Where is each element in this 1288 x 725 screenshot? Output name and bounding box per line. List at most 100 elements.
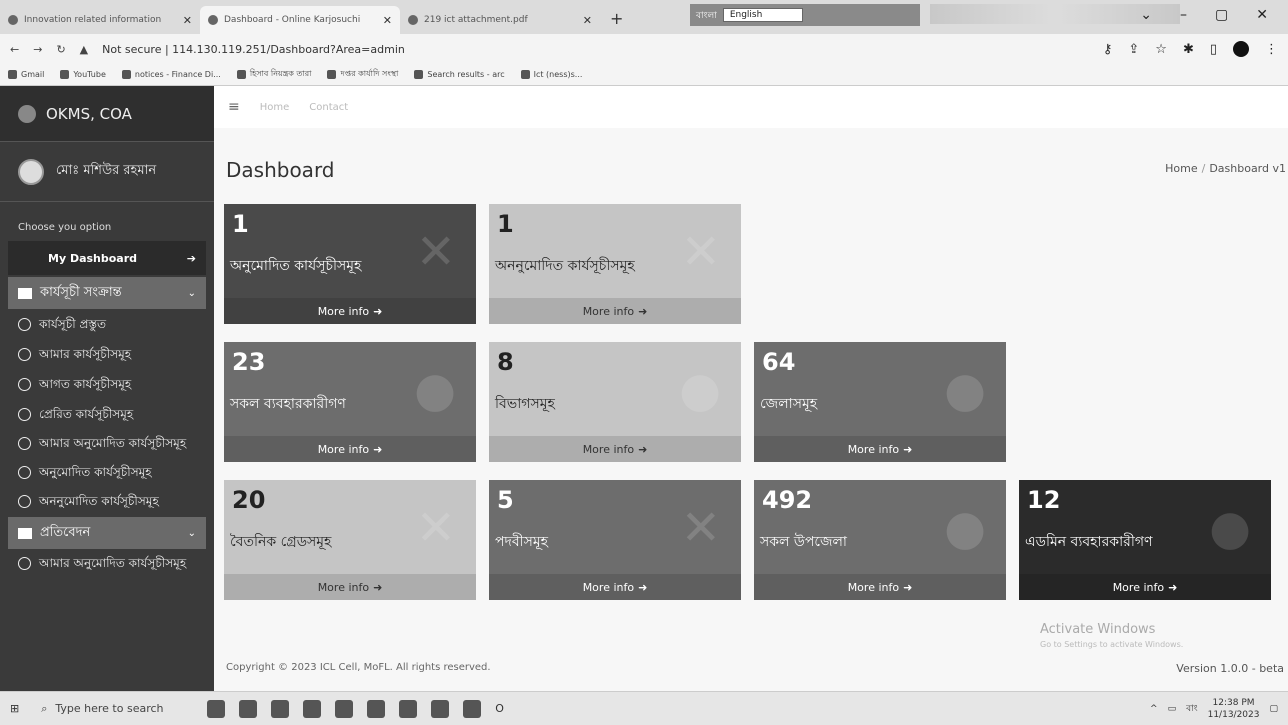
url-field[interactable]: Not secure | 114.130.119.251/Dashboard?A… — [102, 43, 405, 56]
my-dashboard-button[interactable]: My Dashboard ➔ — [8, 241, 206, 275]
circle-icon — [18, 318, 31, 331]
close-icon[interactable]: ✕ — [583, 14, 592, 27]
minimize-icon[interactable]: – — [1180, 7, 1187, 23]
star-icon[interactable]: ☆ — [1155, 42, 1167, 57]
bookmark-notices[interactable]: notices - Finance Di... — [121, 70, 221, 79]
card-value: 5 — [497, 486, 514, 514]
sidebar-item-my-approved[interactable]: আমার অনুমোদিত কার্যসূচীসমূহ — [0, 429, 214, 457]
sidebar-item-unapproved[interactable]: অননুমোদিত কার্যসূচীসমূহ — [0, 487, 214, 515]
bookmark-youtube[interactable]: YouTube — [60, 70, 106, 79]
back-icon[interactable]: ← — [10, 43, 19, 56]
tab-dashboard[interactable]: Dashboard - Online Karjosuchi ✕ — [200, 6, 400, 34]
input-language[interactable]: বাং — [1186, 701, 1198, 716]
language-select[interactable]: English — [722, 8, 803, 22]
card-admins: ● 12 এডমিন ব্যবহারকারীগণ More info ➜ — [1019, 480, 1271, 600]
main-content: ≡ Home Contact Dashboard Home / Dashboard … — [214, 86, 1288, 691]
gmail-icon — [8, 70, 17, 79]
share-icon[interactable]: ⇪ — [1128, 42, 1139, 57]
folder-icon[interactable] — [367, 699, 386, 718]
extensions-icon[interactable]: ✱ — [1183, 42, 1194, 57]
circle-icon — [18, 495, 31, 508]
sidebar-item-approved[interactable]: অনুমোদিত কার্যসূচীসমূহ — [0, 457, 214, 487]
maximize-icon[interactable]: ▢ — [1215, 7, 1228, 23]
top-navbar: ≡ Home Contact — [214, 86, 1288, 128]
taskbar-search[interactable]: ⌕ Type here to search — [33, 696, 193, 722]
more-info-link[interactable]: More info ➜ — [224, 436, 476, 462]
bookmark-doptor[interactable]: দপ্তর কার্যাদি সংস্থা — [327, 68, 398, 81]
chrome-icon[interactable] — [463, 699, 482, 718]
bookmark-ict[interactable]: Ict (ness)s... — [520, 70, 582, 79]
more-info-link[interactable]: More info ➜ — [489, 574, 741, 600]
close-icon[interactable]: ✕ — [183, 14, 192, 27]
sidebar-item-sent[interactable]: প্রেরিত কার্যসূচীসমূহ — [0, 399, 214, 429]
arrow-circle-right-icon: ➜ — [373, 580, 383, 594]
sidebar-item-report-my-approved[interactable]: আমার অনুমোদিত কার্যসূচীসমূহ — [0, 549, 214, 577]
card-divisions: ● 8 বিভাগসমূহ More info ➜ — [489, 342, 741, 462]
circle-icon — [18, 378, 31, 391]
word-icon[interactable] — [431, 699, 450, 718]
edge-icon[interactable] — [303, 699, 322, 718]
tab-pdf[interactable]: 219 ict attachment.pdf ✕ — [400, 6, 600, 34]
more-info-link[interactable]: More info ➜ — [224, 574, 476, 600]
sidebar-item-incoming[interactable]: আগত কার্যসূচীসমূহ — [0, 369, 214, 399]
sidebar-item-my[interactable]: আমার কার্যসূচীসমূহ — [0, 339, 214, 369]
weather-icon[interactable] — [207, 699, 226, 718]
files-icon[interactable] — [335, 699, 354, 718]
tab-innovation[interactable]: Innovation related information ✕ — [0, 6, 200, 34]
menu-section-report[interactable]: প্রতিবেদন ⌄ — [8, 517, 206, 549]
more-info-link[interactable]: More info ➜ — [489, 436, 741, 462]
card-label: বৈতনিক গ্রেডসমূহ — [230, 534, 332, 550]
close-icon[interactable]: ✕ — [1256, 7, 1268, 23]
bookmark-search[interactable]: Search results - arc — [414, 70, 505, 79]
chevron-down-icon: ⌄ — [187, 527, 196, 539]
site-icon — [520, 70, 530, 79]
user-icon: ● — [414, 362, 456, 418]
new-tab-button[interactable]: + — [600, 9, 633, 34]
google-icon — [327, 70, 337, 79]
user-panel[interactable]: মোঃ মশিউর রহমান — [0, 142, 214, 202]
more-info-link[interactable]: More info ➜ — [754, 436, 1006, 462]
reload-icon[interactable]: ↻ — [56, 43, 65, 56]
brand-logo-icon — [18, 104, 36, 123]
chevron-up-icon[interactable]: ^ — [1150, 704, 1158, 714]
menu-icon[interactable]: ⋮ — [1265, 42, 1278, 57]
more-info-link[interactable]: More info ➜ — [1019, 574, 1271, 600]
tools-icon: ✕ — [680, 224, 721, 280]
circle-icon — [18, 348, 31, 361]
nav-home-link[interactable]: Home — [260, 102, 290, 113]
more-info-link[interactable]: More info ➜ — [224, 298, 476, 324]
sidepanel-icon[interactable]: ▯ — [1210, 42, 1217, 57]
close-icon[interactable]: ✕ — [383, 14, 392, 27]
task-view-icon[interactable] — [239, 699, 258, 718]
notification-icon[interactable]: ▢ — [1269, 704, 1278, 714]
profile-icon[interactable] — [1233, 41, 1249, 57]
breadcrumb-home[interactable]: Home — [1165, 162, 1197, 175]
window-controls: ⌄ – ▢ ✕ — [1140, 0, 1288, 30]
card-value: 492 — [762, 486, 813, 514]
arrow-circle-right-icon: ➜ — [638, 442, 648, 456]
sidebar: OKMS, COA মোঃ মশিউর রহমান Choose you opt… — [0, 86, 214, 691]
windows-start-icon[interactable]: ⊞ — [10, 702, 19, 715]
nav-contact-link[interactable]: Contact — [309, 102, 348, 113]
location-icon: ● — [944, 500, 986, 556]
search-icon: ⌕ — [41, 701, 48, 715]
sidebar-item-prepare[interactable]: কার্যসূচী প্রস্তুত — [0, 309, 214, 339]
hamburger-icon[interactable]: ≡ — [228, 99, 240, 115]
circle-icon — [18, 408, 31, 421]
clock[interactable]: 12:38 PM 11/13/2023 — [1208, 697, 1260, 721]
forward-icon[interactable]: → — [33, 43, 42, 56]
brand[interactable]: OKMS, COA — [0, 86, 214, 142]
network-icon[interactable]: ▭ — [1168, 704, 1177, 714]
bookmark-hisab[interactable]: হিসাব নিয়ন্ত্রক তারা — [236, 68, 311, 81]
word-icon[interactable] — [399, 699, 418, 718]
more-info-link[interactable]: More info ➜ — [754, 574, 1006, 600]
app-icon[interactable] — [271, 699, 290, 718]
card-designations: ✕ 5 পদবীসমূহ More info ➜ — [489, 480, 741, 600]
chevron-down-icon[interactable]: ⌄ — [1140, 7, 1152, 23]
opera-icon[interactable]: O — [495, 702, 504, 715]
more-info-link[interactable]: More info ➜ — [489, 298, 741, 324]
book-icon — [18, 287, 32, 299]
menu-section-karjosuchi[interactable]: কার্যসূচী সংক্রান্ত ⌄ — [8, 277, 206, 309]
bookmark-gmail[interactable]: Gmail — [8, 70, 44, 79]
key-icon[interactable]: ⚷ — [1103, 42, 1113, 57]
